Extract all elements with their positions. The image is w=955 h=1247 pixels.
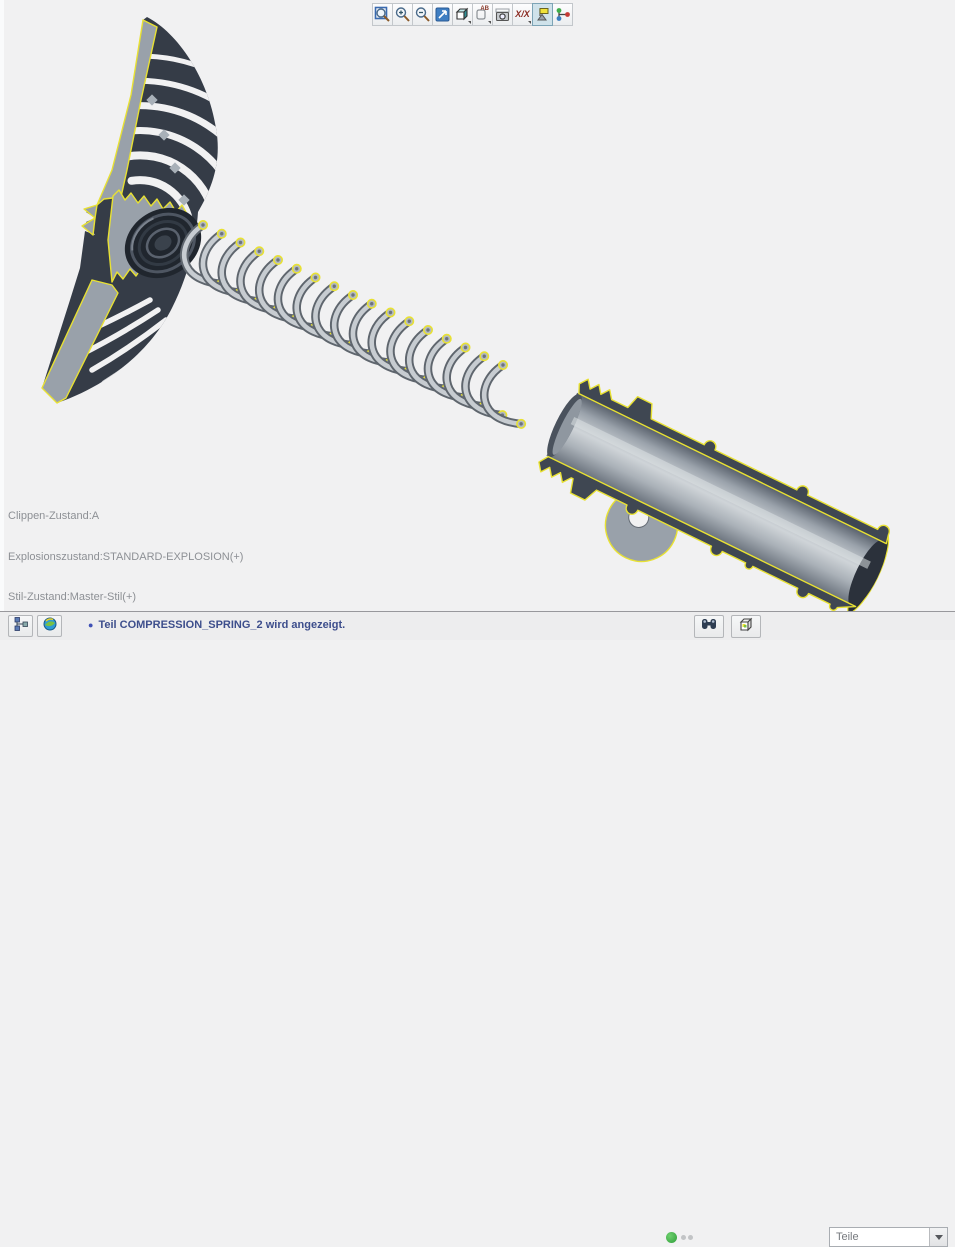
view-manager-button[interactable] xyxy=(532,3,553,26)
explode-state-line: Explosionszustand:STANDARD-EXPLOSION(+) xyxy=(8,551,243,565)
image-capture-button[interactable] xyxy=(492,3,513,26)
status-dot-icon xyxy=(688,1235,693,1240)
selection-filter-value: Teile xyxy=(830,1231,929,1243)
appearance-gallery-button[interactable]: AB xyxy=(472,3,493,26)
zoom-out-button[interactable] xyxy=(412,3,433,26)
component-connections-button[interactable] xyxy=(552,3,573,26)
links-icon xyxy=(554,6,571,23)
view-state-overlay: Clippen-Zustand:A Explosionszustand:STAN… xyxy=(8,483,243,618)
refit-button[interactable] xyxy=(432,3,453,26)
zoom-window-icon xyxy=(374,6,391,23)
part-spring-retainer-dome[interactable] xyxy=(42,17,311,403)
refit-icon xyxy=(434,6,451,23)
saved-view-list-button[interactable] xyxy=(452,3,473,26)
selection-filter-dropdown[interactable]: Teile xyxy=(829,1227,948,1247)
regeneration-status-indicator xyxy=(666,1232,677,1243)
dropdown-caret xyxy=(528,21,531,24)
part-spring-guide-tube[interactable] xyxy=(516,370,903,611)
datum-toggle-icon: X/X xyxy=(515,10,530,19)
zoom-window-button[interactable] xyxy=(372,3,393,26)
datum-display-filters-button[interactable]: X/X xyxy=(512,3,533,26)
zoom-out-icon xyxy=(414,6,431,23)
spring-coil[interactable] xyxy=(482,360,526,431)
binoculars-icon xyxy=(700,616,718,637)
clip-state-line: Clippen-Zustand:A xyxy=(8,510,243,524)
status-message-text: Teil COMPRESSION_SPRING_2 wird angezeigt… xyxy=(98,619,345,631)
view-manager-icon xyxy=(534,6,551,23)
browser-globe-icon xyxy=(42,616,58,637)
status-bullet-icon: ● xyxy=(88,620,93,630)
zoom-in-button[interactable] xyxy=(392,3,413,26)
style-state-line: Stil-Zustand:Master-Stil(+) xyxy=(8,591,243,605)
model-tree-toggle-button[interactable] xyxy=(8,615,33,637)
dropdown-arrow-button[interactable] xyxy=(929,1228,947,1246)
dropdown-caret xyxy=(468,21,471,24)
cad-application-window: { "toolbar": { "buttons": [ "zoom-window… xyxy=(0,0,955,640)
selection-filter-button[interactable] xyxy=(731,615,761,638)
status-dot-icon xyxy=(681,1235,686,1240)
filter-box-icon xyxy=(737,616,755,638)
model-tree-icon xyxy=(13,616,29,637)
zoom-in-icon xyxy=(394,6,411,23)
status-message: ● Teil COMPRESSION_SPRING_2 wird angezeig… xyxy=(88,619,345,631)
dropdown-caret xyxy=(488,21,491,24)
chevron-down-icon xyxy=(935,1235,943,1240)
search-button[interactable] xyxy=(694,615,724,638)
browser-toggle-button[interactable] xyxy=(37,615,62,637)
status-bar: ● Teil COMPRESSION_SPRING_2 wird angezeig… xyxy=(0,611,955,640)
part-compression-spring[interactable] xyxy=(182,220,526,431)
camera-icon xyxy=(494,6,511,23)
view-toolbar: AB X/X xyxy=(372,3,573,26)
ab-label: AB xyxy=(480,6,489,12)
